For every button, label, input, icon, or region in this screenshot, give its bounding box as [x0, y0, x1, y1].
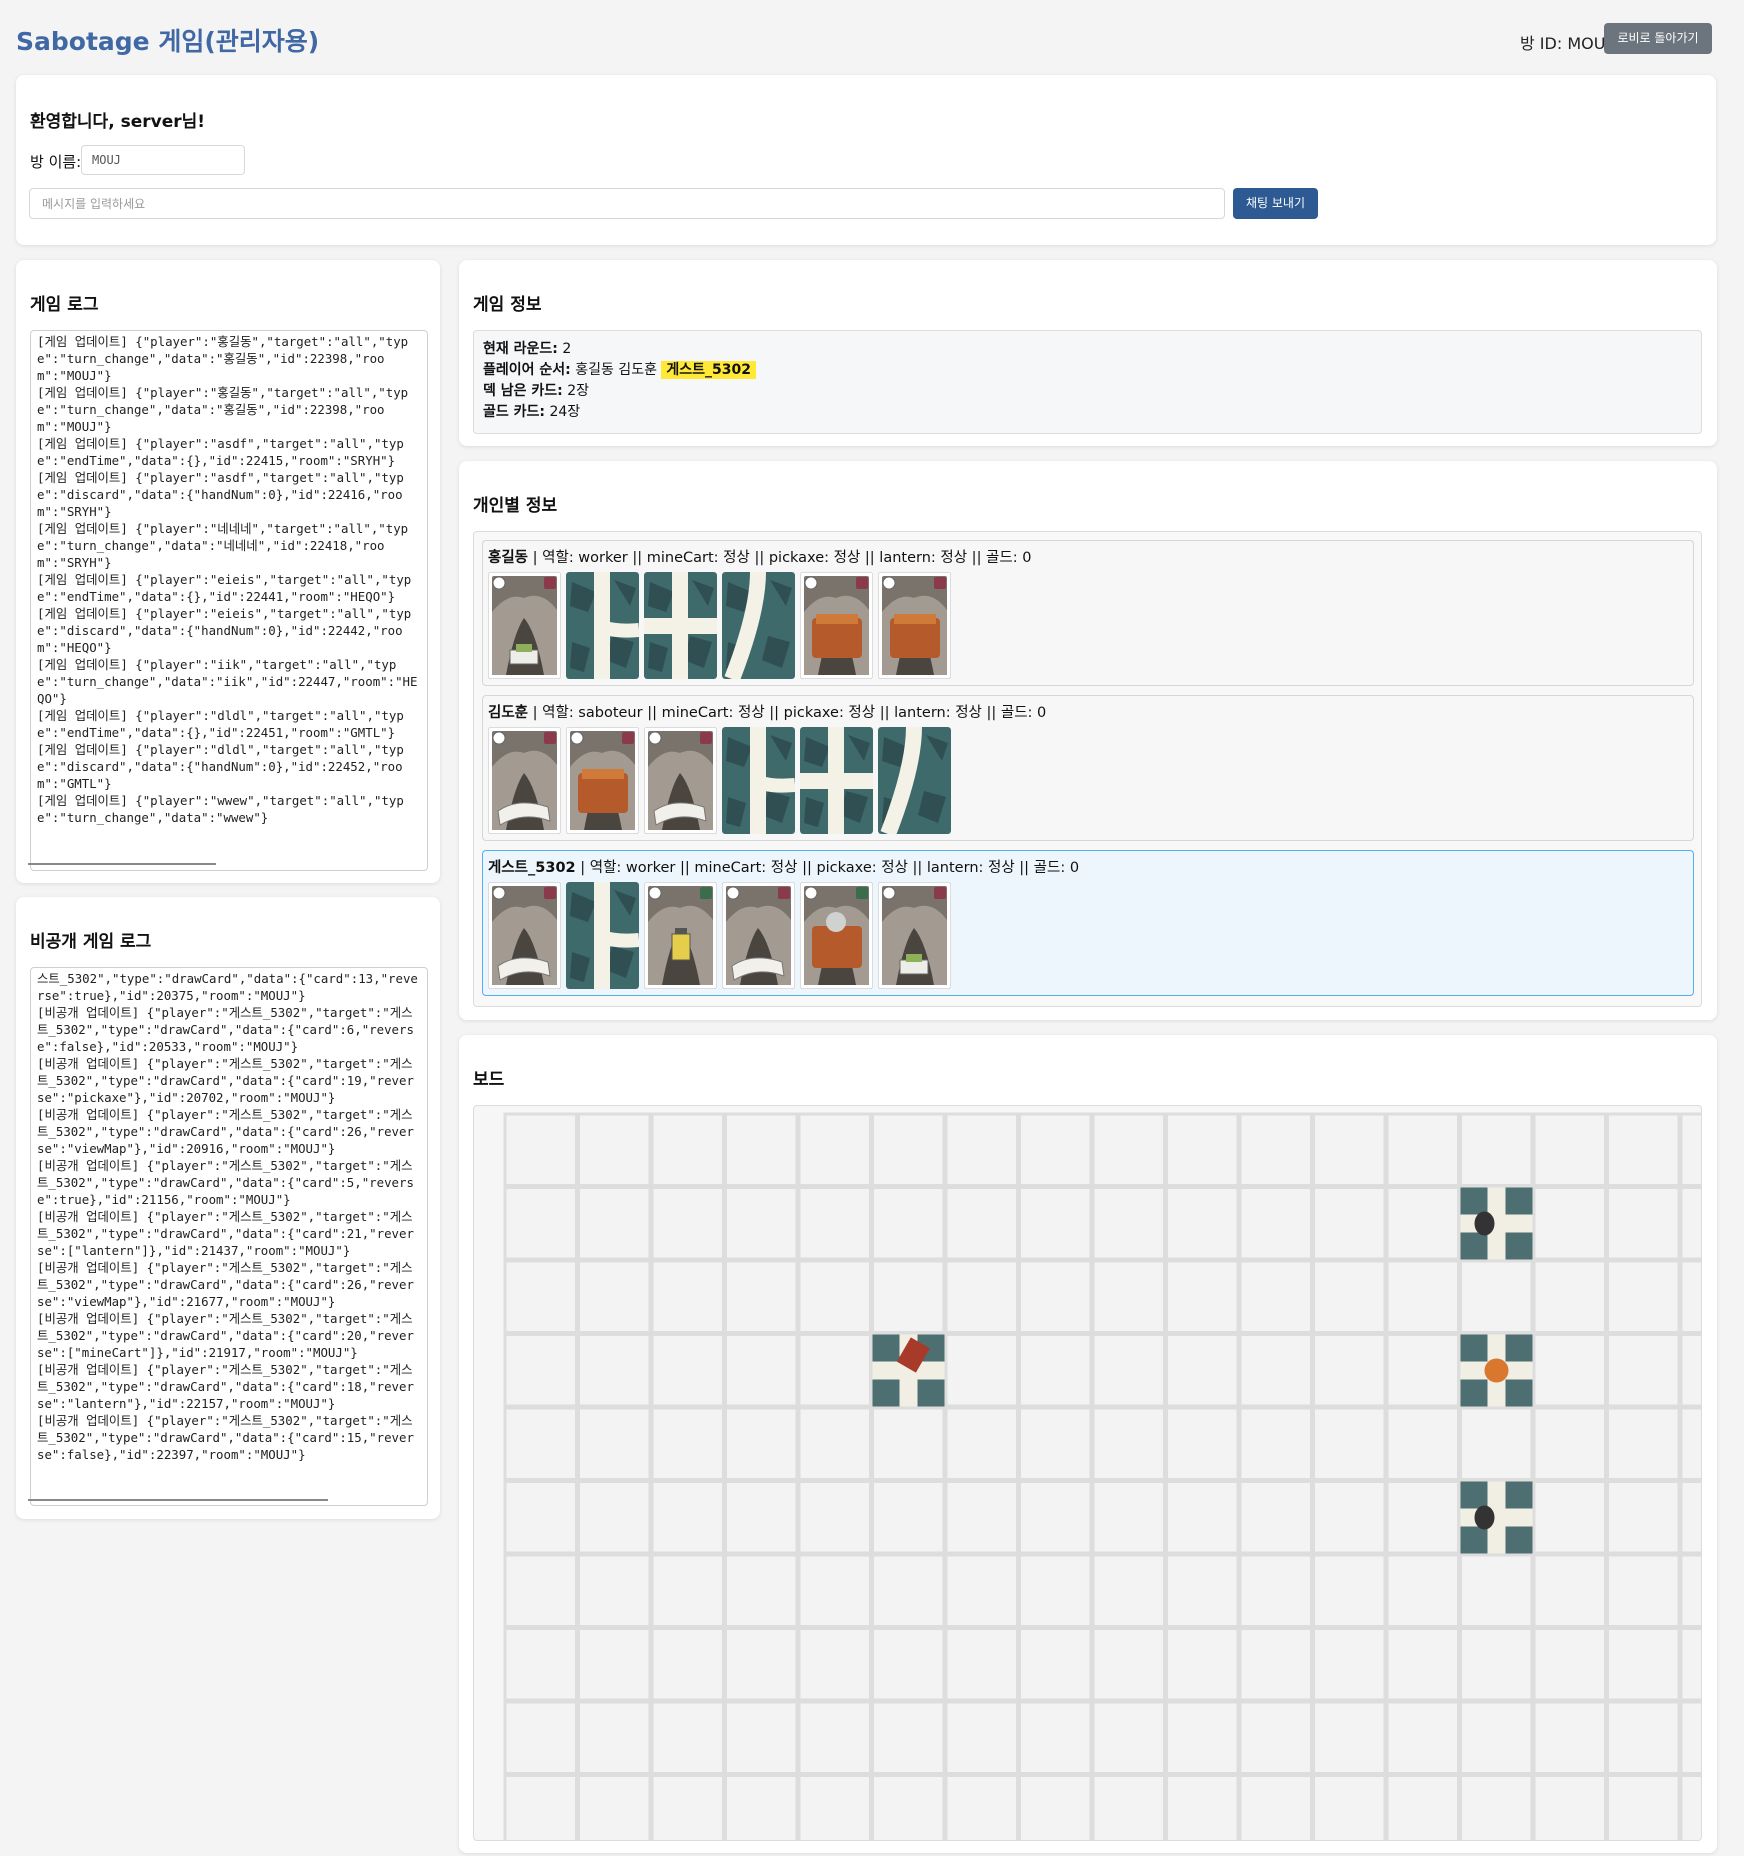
private-log-title: 비공개 게임 로그 [30, 932, 152, 952]
player-header: 게스트_5302 | 역할: worker || mineCart: 정상 ||… [488, 856, 1079, 877]
board-grid[interactable] [474, 1106, 1702, 1841]
player-row-current: 게스트_5302 | 역할: worker || mineCart: 정상 ||… [482, 850, 1694, 996]
action-break-cart[interactable] [566, 727, 639, 834]
welcome-heading: 환영합니다, server님! [30, 112, 205, 132]
player-name: 게스트_5302 [488, 860, 576, 876]
path-card[interactable] [644, 572, 717, 679]
action-map[interactable] [488, 882, 561, 989]
game-info-box: 현재 라운드: 2 플레이어 순서: 홍길동 김도훈 게스트_5302 덱 남은… [473, 330, 1702, 434]
player-name: 홍길동 [488, 550, 529, 566]
player-stats: | 역할: saboteur || mineCart: 정상 || pickax… [528, 705, 1047, 721]
page-title: Sabotage 게임(관리자용) [16, 27, 320, 56]
action-lantern[interactable] [644, 882, 717, 989]
player-stats: | 역할: worker || mineCart: 정상 || pickaxe:… [528, 550, 1032, 566]
order-players: 홍길동 김도훈 [575, 362, 657, 378]
game-info-title: 게임 정보 [473, 295, 542, 315]
action-repair[interactable] [878, 882, 951, 989]
game-log-text: [게임 업데이트] {"player":"홍길동","target":"all"… [37, 334, 418, 825]
round-value: 2 [562, 341, 572, 357]
start-card[interactable] [872, 1334, 945, 1407]
player-row: 홍길동 | 역할: worker || mineCart: 정상 || pick… [482, 540, 1694, 686]
action-break-cart[interactable] [878, 572, 951, 679]
board-title: 보드 [473, 1070, 505, 1090]
game-log-box[interactable]: [게임 업데이트] {"player":"홍길동","target":"all"… [30, 330, 428, 871]
goal-card[interactable] [1460, 1481, 1533, 1554]
game-board[interactable] [473, 1105, 1702, 1841]
player-header: 김도훈 | 역할: saboteur || mineCart: 정상 || pi… [488, 701, 1046, 722]
action-map[interactable] [488, 727, 561, 834]
game-log-panel: 게임 로그 [게임 업데이트] {"player":"홍길동","target"… [16, 260, 440, 883]
room-name-field[interactable] [81, 145, 245, 175]
current-player-badge: 게스트_5302 [661, 361, 757, 379]
path-card[interactable] [878, 727, 951, 834]
welcome-panel: 환영합니다, server님! 방 이름: 채팅 보내기 [16, 75, 1716, 245]
private-log-text: 스트_5302","type":"drawCard","data":{"card… [37, 971, 418, 1462]
game-log-scrollbar[interactable] [28, 863, 216, 865]
game-info-panel: 게임 정보 현재 라운드: 2 플레이어 순서: 홍길동 김도훈 게스트_530… [459, 260, 1717, 446]
board-panel: 보드 [459, 1035, 1717, 1853]
players-title: 개인별 정보 [473, 496, 558, 516]
player-row: 김도훈 | 역할: saboteur || mineCart: 정상 || pi… [482, 695, 1694, 841]
game-log-title: 게임 로그 [30, 295, 99, 315]
goal-card[interactable] [1460, 1187, 1533, 1260]
path-card[interactable] [566, 572, 639, 679]
private-log-panel: 비공개 게임 로그 스트_5302","type":"drawCard","da… [16, 897, 440, 1519]
action-map[interactable] [644, 727, 717, 834]
send-chat-button[interactable]: 채팅 보내기 [1233, 188, 1318, 219]
room-id-label: 방 ID: MOUJ [1520, 34, 1611, 53]
player-stats: | 역할: worker || mineCart: 정상 || pickaxe:… [575, 860, 1080, 876]
chat-message-input[interactable] [29, 188, 1225, 219]
players-panel: 개인별 정보 홍길동 | 역할: worker || mineCart: 정상 … [459, 461, 1717, 1020]
action-break-cart[interactable] [800, 572, 873, 679]
path-card[interactable] [722, 727, 795, 834]
gold-label: 골드 카드: [483, 404, 545, 420]
action-repair-cart[interactable] [800, 882, 873, 989]
path-card[interactable] [566, 882, 639, 989]
player-header: 홍길동 | 역할: worker || mineCart: 정상 || pick… [488, 546, 1031, 567]
goal-card[interactable] [1460, 1334, 1533, 1407]
path-card[interactable] [722, 572, 795, 679]
player-name: 김도훈 [488, 705, 529, 721]
deck-label: 덱 남은 카드: [483, 383, 563, 399]
gold-value: 24장 [549, 404, 581, 420]
order-label: 플레이어 순서: [483, 362, 571, 378]
deck-value: 2장 [567, 383, 589, 399]
round-label: 현재 라운드: [483, 341, 558, 357]
players-list: 홍길동 | 역할: worker || mineCart: 정상 || pick… [473, 531, 1702, 1007]
room-name-label: 방 이름: [30, 153, 82, 171]
path-card[interactable] [800, 727, 873, 834]
action-repair[interactable] [488, 572, 561, 679]
private-log-scrollbar[interactable] [28, 1499, 328, 1501]
action-map[interactable] [722, 882, 795, 989]
back-to-lobby-button[interactable]: 로비로 돌아가기 [1604, 23, 1712, 54]
private-log-box[interactable]: 스트_5302","type":"drawCard","data":{"card… [30, 967, 428, 1506]
